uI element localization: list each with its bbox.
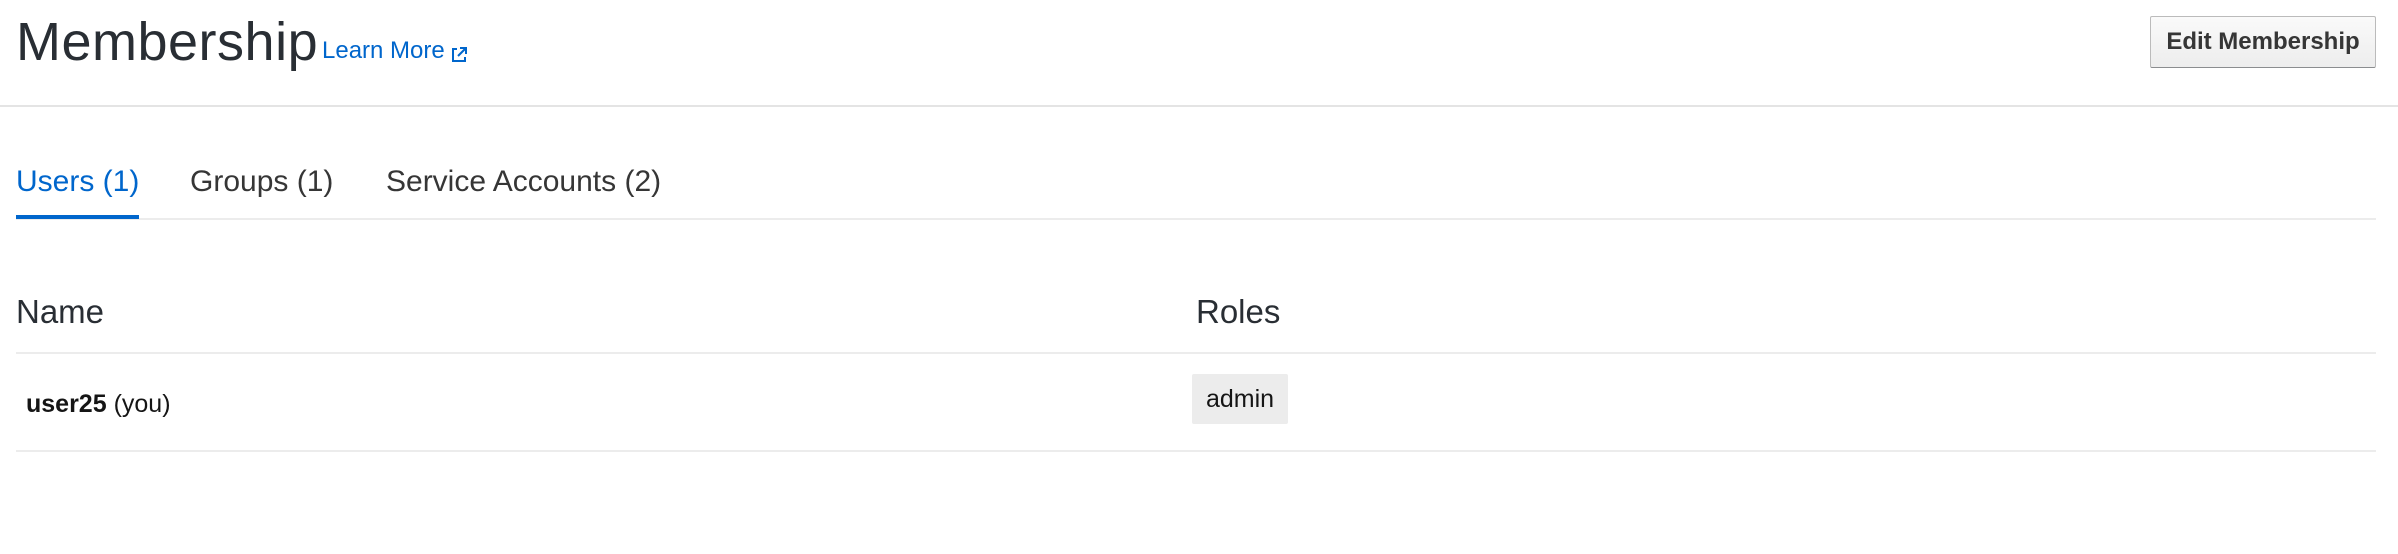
tab-groups[interactable]: Groups (1) bbox=[190, 162, 333, 202]
page-header: Membership Learn More Edit Membership bbox=[0, 0, 2398, 107]
member-name-cell: user25 (you) bbox=[26, 388, 171, 420]
table-header: Name Roles bbox=[16, 282, 2376, 354]
learn-more-link[interactable]: Learn More bbox=[322, 36, 468, 66]
column-header-name: Name bbox=[16, 293, 105, 330]
role-badge: admin bbox=[1192, 374, 1289, 424]
member-username: user25 bbox=[26, 390, 107, 418]
tab-users[interactable]: Users (1) bbox=[16, 162, 140, 219]
tab-service-accounts[interactable]: Service Accounts (2) bbox=[386, 162, 661, 202]
membership-tabs: Users (1) Groups (1) Service Accounts (2… bbox=[16, 148, 2376, 220]
table-row: user25 (you) admin bbox=[16, 354, 2376, 452]
external-link-icon bbox=[450, 42, 468, 62]
learn-more-label: Learn More bbox=[322, 37, 445, 64]
members-table: Name Roles user25 (you) admin bbox=[16, 282, 2376, 452]
column-header-roles: Roles bbox=[1196, 293, 1281, 330]
edit-membership-button[interactable]: Edit Membership bbox=[2150, 16, 2376, 68]
member-you-suffix: (you) bbox=[113, 390, 171, 418]
page-title: Membership bbox=[16, 12, 319, 72]
